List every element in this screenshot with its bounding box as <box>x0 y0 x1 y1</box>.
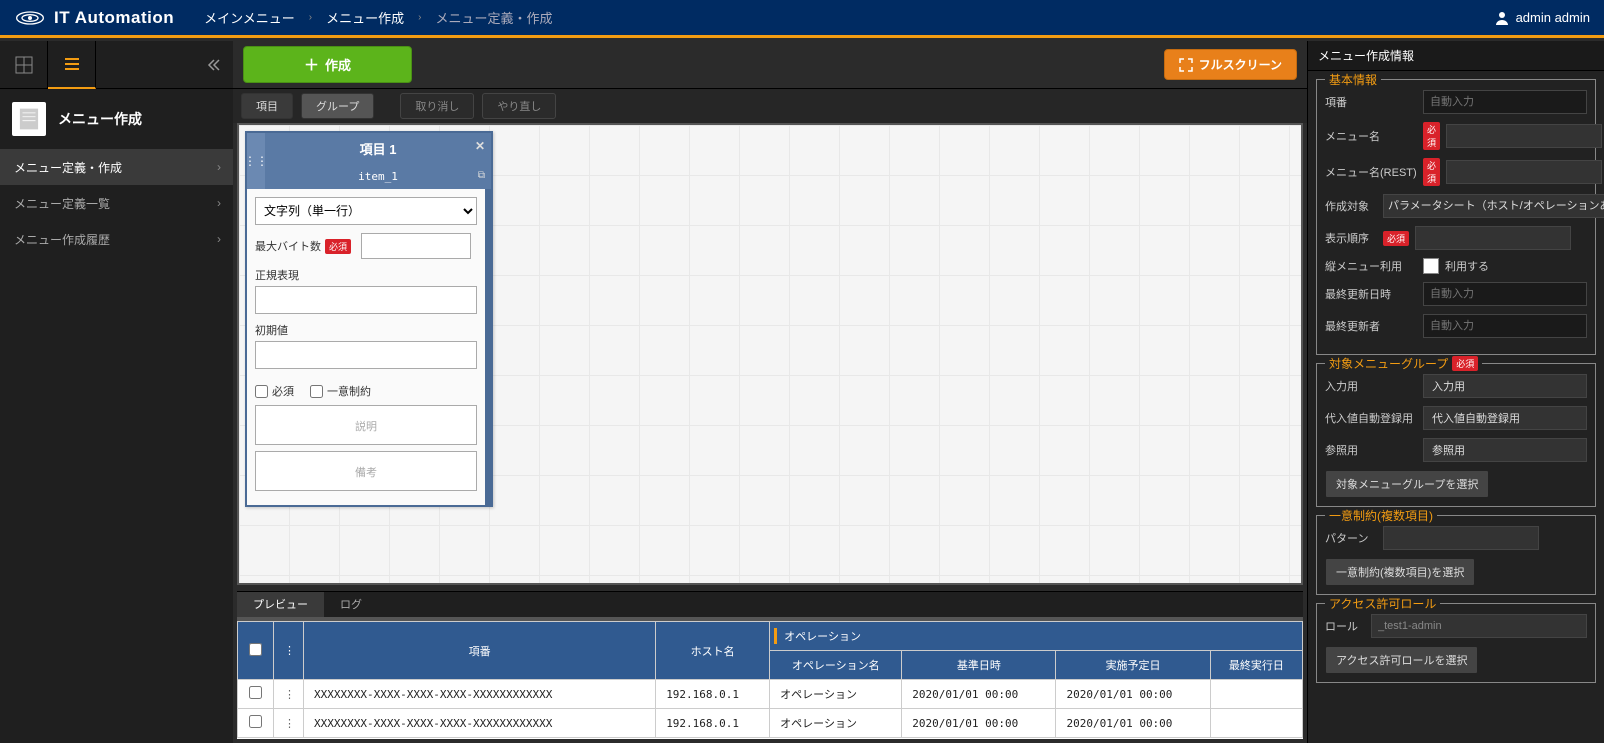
table-row: ⋮ XXXXXXXX-XXXX-XXXX-XXXX-XXXXXXXXXXXX 1… <box>238 680 1303 709</box>
toolbar-undo-button[interactable]: 取り消し <box>400 93 474 119</box>
sidebar-item-menu-definition-list[interactable]: メニュー定義一覧 <box>0 185 233 221</box>
sidebar: メニュー作成 メニュー定義・作成 メニュー定義一覧 メニュー作成履歴 <box>0 41 233 743</box>
fieldset-basic: 基本情報 項番 メニュー名必須 メニュー名(REST)必須 作成対象パラメータシ… <box>1316 79 1596 355</box>
role-select-button[interactable]: アクセス許可ロールを選択 <box>1325 646 1478 674</box>
col-base-date: 基準日時 <box>902 651 1056 680</box>
chevron-right-icon: › <box>418 12 421 23</box>
col-host: ホスト名 <box>656 622 770 680</box>
col-last-exec: 最終実行日 <box>1210 651 1302 680</box>
user-menu[interactable]: admin admin <box>1494 10 1590 26</box>
sidebar-item-menu-definition-create[interactable]: メニュー定義・作成 <box>0 149 233 185</box>
group-subst-button[interactable]: 代入値自動登録用 <box>1423 406 1587 430</box>
table-row: ⋮ XXXXXXXX-XXXX-XXXX-XXXX-XXXXXXXXXXXX 1… <box>238 709 1303 738</box>
group-select-button[interactable]: 対象メニューグループを選択 <box>1325 470 1489 498</box>
select-all-checkbox[interactable] <box>249 643 262 656</box>
group-ref-button[interactable]: 参照用 <box>1423 438 1587 462</box>
col-sched-date: 実施予定日 <box>1056 651 1210 680</box>
logo-icon <box>14 8 46 28</box>
max-bytes-label: 最大バイト数 <box>255 238 321 254</box>
toolbar-item-button[interactable]: 項目 <box>241 93 293 119</box>
user-icon <box>1494 10 1510 26</box>
col-op-name: オペレーション名 <box>770 651 902 680</box>
row-menu-button[interactable]: ⋮ <box>274 680 304 709</box>
fieldset-role: アクセス許可ロール ロール アクセス許可ロールを選択 <box>1316 603 1596 683</box>
tab-log[interactable]: ログ <box>324 592 378 617</box>
required-checkbox[interactable] <box>255 385 268 398</box>
breadcrumb: メインメニュー › メニュー作成 › メニュー定義・作成 <box>204 8 552 27</box>
basic-name-input[interactable] <box>1446 124 1602 148</box>
row-menu-header: ⋮ <box>274 622 304 680</box>
breadcrumb-item-2: メニュー定義・作成 <box>435 8 552 27</box>
close-icon[interactable]: ✕ <box>475 139 485 153</box>
row-checkbox[interactable] <box>249 686 262 699</box>
item-type-select[interactable]: 文字列（単一行） <box>255 197 477 225</box>
sidebar-item-menu-create-history[interactable]: メニュー作成履歴 <box>0 221 233 257</box>
fullscreen-button[interactable]: フルスクリーン <box>1164 49 1297 80</box>
basic-updated-input <box>1423 282 1587 306</box>
description-textarea[interactable]: 説明 <box>255 405 477 445</box>
legend-basic: 基本情報 <box>1325 71 1381 88</box>
unique-checkbox-label[interactable]: 一意制約 <box>310 383 371 399</box>
right-panel-title: メニュー作成情報 <box>1308 41 1604 71</box>
user-name: admin admin <box>1516 10 1590 25</box>
row-checkbox[interactable] <box>249 715 262 728</box>
product-name: IT Automation <box>54 8 174 28</box>
basic-order-input[interactable] <box>1415 226 1571 250</box>
col-no: 項番 <box>304 622 656 680</box>
group-input-button[interactable]: 入力用 <box>1423 374 1587 398</box>
chevron-left-double-icon <box>207 58 221 72</box>
default-label: 初期値 <box>255 322 288 338</box>
remarks-textarea[interactable]: 備考 <box>255 451 477 491</box>
tab-preview[interactable]: プレビュー <box>237 592 324 617</box>
basic-no-input[interactable] <box>1423 90 1587 114</box>
preview-table: ⋮ 項番 ホスト名 オペレーション オペレーション名 基準日時 実施予定日 最終… <box>237 621 1303 738</box>
unique-pattern-input[interactable] <box>1383 526 1539 550</box>
role-input[interactable] <box>1371 614 1587 638</box>
drag-handle-icon[interactable]: ⋮⋮ <box>247 133 265 189</box>
sidebar-tab-list[interactable] <box>48 41 96 89</box>
list-icon <box>63 55 81 73</box>
design-canvas[interactable]: ⋮⋮ 項目 1 ✕ item_1 文字列（単一行） <box>237 123 1303 585</box>
default-input[interactable] <box>255 341 477 369</box>
basic-rest-input[interactable] <box>1446 160 1602 184</box>
breadcrumb-item-1[interactable]: メニュー作成 <box>326 8 404 27</box>
page-icon <box>12 102 46 136</box>
grid-icon <box>15 56 33 74</box>
toolbar-redo-button[interactable]: やり直し <box>482 93 556 119</box>
fullscreen-button-label: フルスクリーン <box>1199 56 1282 73</box>
fieldset-group: 対象メニューグループ必須 入力用入力用 代入値自動登録用代入値自動登録用 参照用… <box>1316 363 1596 507</box>
regex-label: 正規表現 <box>255 267 299 283</box>
preview-pane: ⋮ 項番 ホスト名 オペレーション オペレーション名 基準日時 実施予定日 最終… <box>237 617 1303 739</box>
basic-target-select[interactable]: パラメータシート（ホスト/オペレーションあ <box>1383 194 1604 218</box>
basic-updater-input <box>1423 314 1587 338</box>
card-rest-name[interactable]: item_1 <box>265 164 491 189</box>
page-title: メニュー作成 <box>58 109 142 129</box>
unique-select-button[interactable]: 一意制約(複数項目)を選択 <box>1325 558 1475 586</box>
toolbar-group-button[interactable]: グループ <box>301 93 374 119</box>
fullscreen-icon <box>1179 58 1193 72</box>
card-title: 項目 1 <box>360 142 397 157</box>
fieldset-unique: 一意制約(複数項目) パターン 一意制約(複数項目)を選択 <box>1316 515 1596 595</box>
right-panel: メニュー作成情報 基本情報 項番 メニュー名必須 メニュー名(REST)必須 作… <box>1307 41 1604 743</box>
chevron-right-icon: › <box>309 12 312 23</box>
product-logo: IT Automation <box>14 8 174 28</box>
row-menu-button[interactable]: ⋮ <box>274 709 304 738</box>
sidebar-tab-grid[interactable] <box>0 41 48 89</box>
create-button-label: 作成 <box>325 55 351 74</box>
required-checkbox-label[interactable]: 必須 <box>255 383 294 399</box>
vmenu-checkbox[interactable] <box>1423 258 1439 274</box>
breadcrumb-item-0[interactable]: メインメニュー <box>204 8 295 27</box>
max-bytes-input[interactable] <box>361 233 471 259</box>
sidebar-collapse-button[interactable] <box>195 41 233 89</box>
col-operation-group: オペレーション <box>770 622 1303 651</box>
unique-checkbox[interactable] <box>310 385 323 398</box>
header-bar: IT Automation メインメニュー › メニュー作成 › メニュー定義・… <box>0 0 1604 38</box>
create-button[interactable]: ＋ 作成 <box>243 46 412 83</box>
regex-input[interactable] <box>255 286 477 314</box>
required-badge: 必須 <box>325 239 351 254</box>
plus-icon: ＋ <box>304 54 319 75</box>
item-card: ⋮⋮ 項目 1 ✕ item_1 文字列（単一行） <box>245 131 493 507</box>
